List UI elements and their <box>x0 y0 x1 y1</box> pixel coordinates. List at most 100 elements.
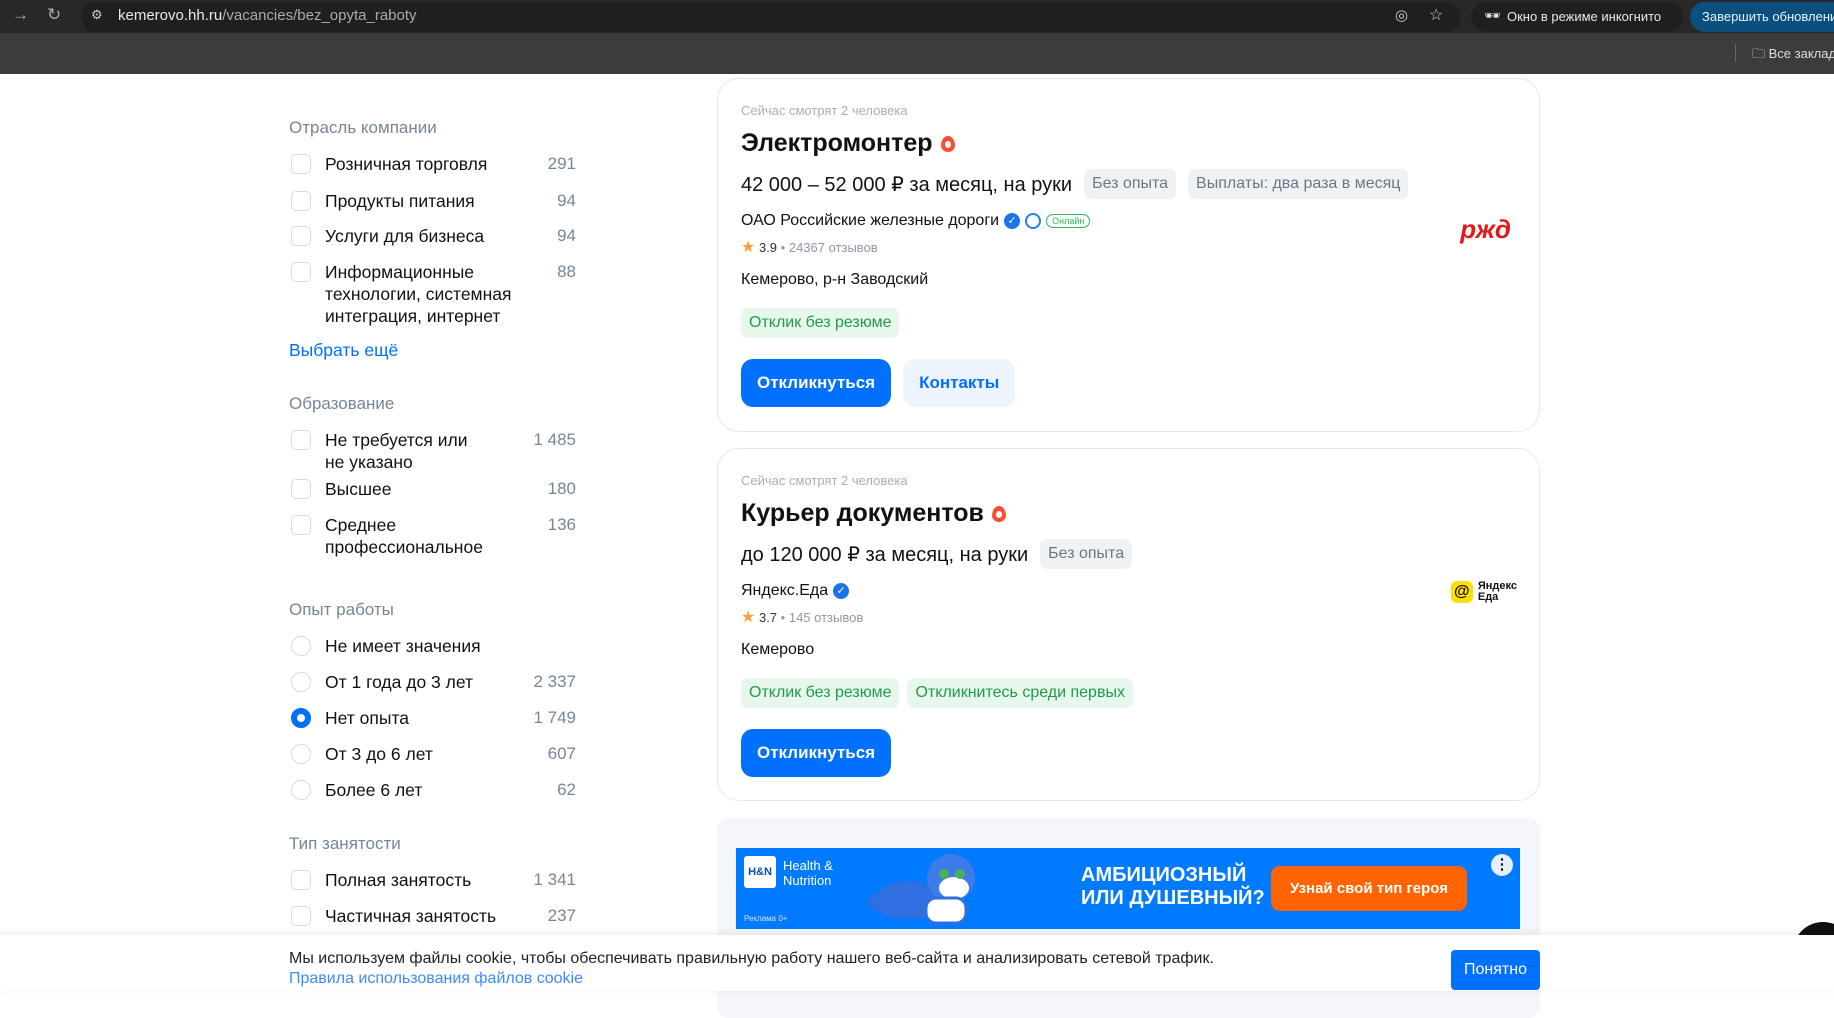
reviews-link[interactable]: 145 отзывов <box>789 610 863 625</box>
vacancy-title[interactable]: Электромонтер <box>741 129 933 157</box>
filter-option-label: Не имеет значения <box>325 636 481 656</box>
filter-option-count: 94 <box>557 226 576 245</box>
cookie-policy-link[interactable]: Правила использования файлов cookie <box>289 970 583 988</box>
brand-name: Nutrition <box>783 873 832 888</box>
filter-option[interactable]: Высшее 180 <box>289 478 576 500</box>
filter-option-count: 1 485 <box>533 430 576 449</box>
filter-option[interactable]: Среднее профессиональное 136 <box>289 514 576 558</box>
contacts-button[interactable]: Контакты <box>903 359 1016 407</box>
apply-button[interactable]: Откликнуться <box>741 359 892 407</box>
vacancy-card[interactable]: Сейчас смотрят 2 человека Электромонтер … <box>717 78 1540 432</box>
ad-headline: АМБИЦИОЗНЫЙ <box>1081 864 1247 886</box>
yandex-eda-icon: @ <box>1450 581 1473 603</box>
filter-option[interactable]: Услуги для бизнеса 94 <box>289 225 576 247</box>
filter-option-count: 88 <box>557 262 576 281</box>
cookie-accept-button[interactable]: Понятно <box>1451 950 1540 990</box>
filter-option-count: 1 341 <box>533 870 576 889</box>
radio-button[interactable] <box>291 780 311 800</box>
filter-option-count: 94 <box>557 191 576 210</box>
filter-option[interactable]: Не имеет значения <box>289 635 576 657</box>
experience-chip: Без опыта <box>1084 169 1177 199</box>
filter-option[interactable]: От 3 до 6 лет 607 <box>289 743 576 765</box>
filter-option[interactable]: Не требуется или не указано 1 485 <box>289 429 576 473</box>
bookmark-star-icon[interactable]: ☆ <box>1429 5 1443 25</box>
all-bookmarks-button[interactable]: 🗀 Все закладки <box>1752 45 1834 67</box>
radio-button[interactable] <box>291 744 311 764</box>
filter-option[interactable]: Информационные технологии, системная инт… <box>289 261 576 327</box>
vacancy-card[interactable]: Сейчас смотрят 2 человека Курьер докумен… <box>717 448 1540 801</box>
verified-icon: ✓ <box>833 583 850 599</box>
brand-logo: H&N <box>744 856 776 888</box>
hot-icon <box>940 136 955 152</box>
filter-option-label: Более 6 лет <box>325 780 423 800</box>
location: Кемерово, р-н Заводский <box>741 271 929 288</box>
filter-option-label: Высшее <box>325 479 392 499</box>
cookie-banner: Мы используем файлы cookie, чтобы обеспе… <box>0 935 1834 991</box>
checkbox[interactable] <box>291 479 311 499</box>
checkbox[interactable] <box>291 226 311 246</box>
company-name[interactable]: ОАО Российские железные дороги <box>741 212 999 230</box>
all-bookmarks-label: Все закладки <box>1768 46 1834 61</box>
show-more-link[interactable]: Выбрать ещё <box>289 340 398 361</box>
ad-banner[interactable]: H&N Health & Nutrition Реклама 0+ АМБИЦИО… <box>736 848 1520 929</box>
filter-option-label: От 1 года до 3 лет <box>325 672 474 692</box>
cat-mascot-image <box>866 854 975 925</box>
filter-option-label: Продукты питания <box>325 191 475 211</box>
radio-button[interactable] <box>291 636 311 656</box>
online-badge: Онлайн <box>1046 214 1091 228</box>
more-vertical-icon[interactable]: ⋮ <box>1491 854 1513 876</box>
salary: до 120 000 ₽ за месяц, на руки <box>741 543 1029 566</box>
filter-option[interactable]: Частичная занятость 237 <box>289 905 576 927</box>
incognito-icon: 🕶 <box>1484 8 1501 23</box>
checkbox[interactable] <box>291 154 311 174</box>
reload-icon[interactable]: ↻ <box>47 5 61 25</box>
rating: 3.9 <box>758 240 778 255</box>
site-settings-icon[interactable]: ⚙ <box>91 7 103 23</box>
checkbox[interactable] <box>291 430 311 450</box>
update-button[interactable]: Завершить обновление <box>1690 2 1834 32</box>
filter-option[interactable]: Более 6 лет 62 <box>289 779 576 801</box>
checkbox[interactable] <box>291 515 311 535</box>
filter-section-title: Тип занятости <box>289 834 401 853</box>
checkbox[interactable] <box>291 870 311 890</box>
trusted-employer-icon <box>1025 213 1042 229</box>
filter-option-label: Не требуется или не указано <box>325 430 468 472</box>
apply-button[interactable]: Откликнуться <box>741 729 892 777</box>
be-first-tag: Откликнитесь среди первых <box>907 678 1133 708</box>
filter-section-title: Опыт работы <box>289 600 394 619</box>
company-name[interactable]: Яндекс.Еда <box>741 582 828 600</box>
watching-count: Сейчас смотрят 2 человека <box>741 103 908 118</box>
verified-icon: ✓ <box>1004 213 1021 229</box>
url-host: kemerovo.hh.ru <box>118 7 223 24</box>
incognito-label: Окно в режиме инкогнито <box>1507 9 1662 24</box>
vacancy-title[interactable]: Курьер документов <box>741 499 984 527</box>
checkbox[interactable] <box>291 906 311 926</box>
filter-section-title: Образование <box>289 394 395 413</box>
incognito-indicator[interactable]: 🕶 Окно в режиме инкогнито <box>1471 2 1683 32</box>
radio-button[interactable] <box>291 708 311 728</box>
ad-headline: ИЛИ ДУШЕВНЫЙ? <box>1081 887 1265 909</box>
reviews-link[interactable]: 24367 отзывов <box>789 240 878 255</box>
forward-icon[interactable]: → <box>12 5 29 25</box>
filter-option[interactable]: Полная занятость 1 341 <box>289 869 576 891</box>
filter-section-title: Отрасль компании <box>289 118 437 137</box>
company-logo[interactable]: ржд <box>1460 214 1511 245</box>
filter-option-label: Полная занятость <box>325 870 472 890</box>
ad-label: Реклама 0+ <box>744 914 788 923</box>
checkbox[interactable] <box>291 191 311 211</box>
radio-button[interactable] <box>291 672 311 692</box>
filter-option-count: 291 <box>547 154 576 173</box>
filter-option-label: Розничная торговля <box>325 154 488 174</box>
filter-option[interactable]: Нет опыта 1 749 <box>289 707 576 729</box>
filter-option-count: 136 <box>547 515 576 534</box>
filter-option-count: 180 <box>547 479 576 498</box>
url-path: /vacancies/bez_opyta_raboty <box>222 7 417 24</box>
checkbox[interactable] <box>291 262 311 282</box>
company-logo[interactable]: @ Яндекс Еда <box>1450 581 1517 603</box>
filter-option[interactable]: От 1 года до 3 лет 2 337 <box>289 671 576 693</box>
filter-option[interactable]: Продукты питания 94 <box>289 190 576 212</box>
filter-option[interactable]: Розничная торговля 291 <box>289 153 576 175</box>
eye-off-icon[interactable]: ◎ <box>1395 6 1408 24</box>
filter-option-label: Нет опыта <box>325 708 410 728</box>
ad-cta-button[interactable]: Узнай свой тип героя <box>1271 866 1467 911</box>
